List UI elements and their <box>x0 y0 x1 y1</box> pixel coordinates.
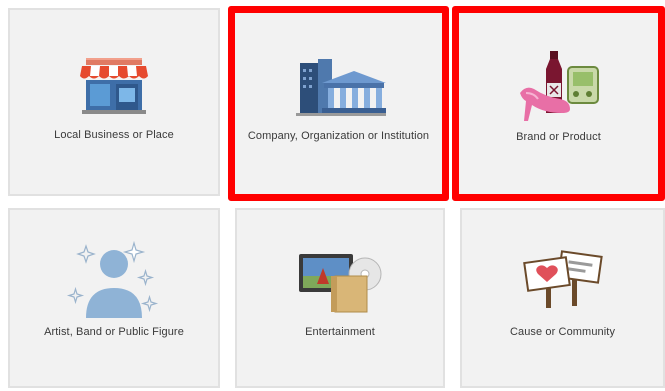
category-label: Entertainment <box>305 326 375 338</box>
category-label: Brand or Product <box>516 131 601 143</box>
category-label: Local Business or Place <box>54 129 174 141</box>
category-label: Cause or Community <box>509 326 616 338</box>
category-tile-artist[interactable]: Artist, Band or Public Figure <box>8 208 220 388</box>
category-tile-cause[interactable]: Cause or Community <box>460 208 665 388</box>
category-label: Artist, Band or Public Figure <box>44 326 184 338</box>
entertainment-media-icon <box>237 250 443 314</box>
category-tile-local-business[interactable]: Local Business or Place <box>8 8 220 196</box>
category-tile-entertainment[interactable]: Entertainment <box>235 208 445 388</box>
storefront-icon <box>10 52 218 116</box>
category-label: Company, Organization or Institution <box>247 130 430 142</box>
category-tile-brand[interactable]: Brand or Product <box>452 6 665 201</box>
category-tile-company[interactable]: Company, Organization or Institution <box>228 6 449 201</box>
artist-silhouette-icon <box>10 238 218 320</box>
brand-products-icon <box>459 49 658 123</box>
cause-signs-icon <box>462 250 663 310</box>
company-buildings-icon <box>235 57 442 117</box>
